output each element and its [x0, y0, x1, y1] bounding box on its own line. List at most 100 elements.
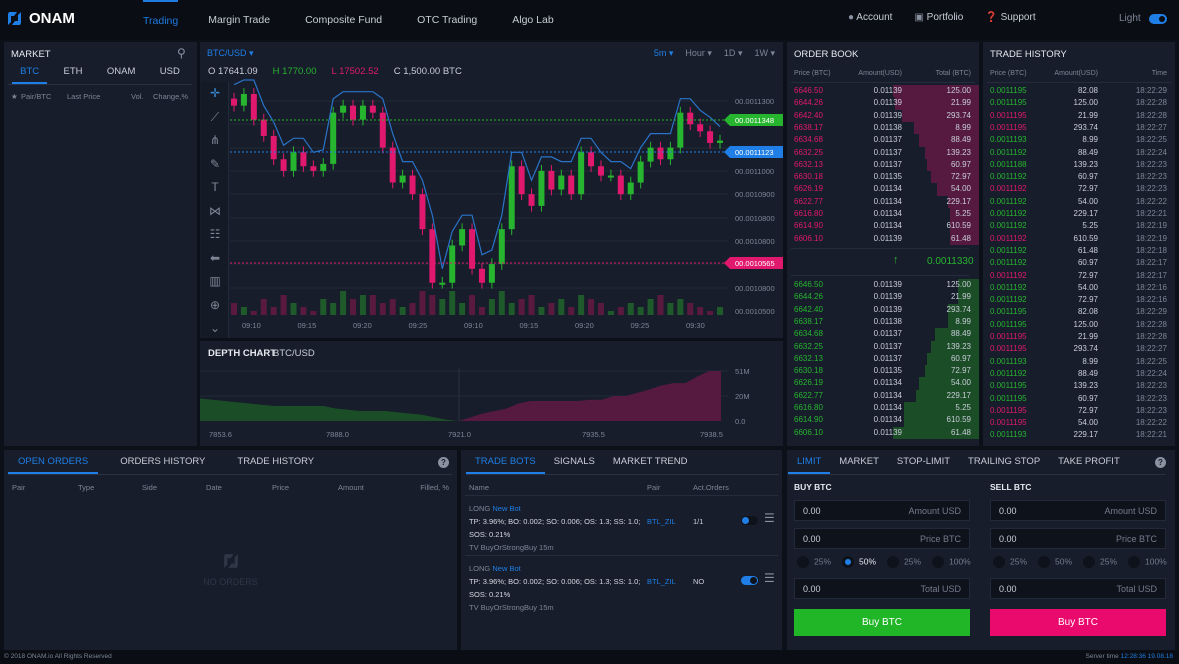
bot-toggle[interactable] — [741, 576, 758, 585]
ask-row[interactable]: 6644.26 0.01139 21.99 — [787, 97, 979, 110]
orders-column-header[interactable]: Date — [206, 483, 222, 492]
candle — [647, 147, 654, 162]
buy-percent-50%[interactable]: 50% — [842, 556, 876, 568]
bot-name[interactable]: New Bot — [492, 564, 520, 573]
tab-stop-limit[interactable]: STOP-LIMIT — [888, 456, 959, 474]
chevron-down-icon[interactable]: ⌄ — [201, 321, 229, 335]
ask-row[interactable]: 6614.90 0.01134 610.59 — [787, 220, 979, 233]
bid-row[interactable]: 6614.90 0.01134 610.59 — [787, 414, 979, 427]
ask-row[interactable]: 6632.13 0.01137 60.97 — [787, 158, 979, 172]
buy-button[interactable]: Buy BTC — [794, 609, 970, 636]
menu-icon[interactable]: ☰ — [764, 571, 775, 585]
sell-amount-input[interactable]: 0.00 Amount USD — [990, 500, 1166, 521]
orders-column-header[interactable]: Pair — [12, 483, 25, 492]
buy-total-input[interactable]: 0.00 Total USD — [794, 578, 970, 599]
orders-column-header[interactable]: Type — [78, 483, 94, 492]
ask-row[interactable]: 6606.10 0.01139 61.48 — [787, 232, 979, 245]
trade-time: 18:22:29 — [1135, 307, 1167, 317]
tab-take-profit[interactable]: TAKE PROFIT — [1049, 456, 1129, 474]
bid-row[interactable]: 6606.10 0.01139 61.48 — [787, 426, 979, 439]
tab-market-trend[interactable]: MARKET TREND — [604, 456, 697, 474]
ask-row[interactable]: 6634.68 0.01137 88.49 — [787, 134, 979, 147]
candle — [538, 170, 545, 206]
sell-percent-25%[interactable]: 25% — [993, 556, 1027, 568]
bid-row[interactable]: 6622.77 0.01134 229.17 — [787, 389, 979, 403]
orders-column-header[interactable]: Filled, % — [420, 483, 449, 492]
measure-icon[interactable]: ☷ — [201, 227, 229, 241]
radio-icon — [887, 556, 899, 568]
buy-price-input[interactable]: 0.00 Price BTC — [794, 528, 970, 549]
sell-price-input[interactable]: 0.00 Price BTC — [990, 528, 1166, 549]
bid-row[interactable]: 6632.13 0.01137 60.97 — [787, 352, 979, 366]
bot-item[interactable]: LONG New Bot TP: 3.96%; BO: 0.002; SO: 0.… — [465, 555, 778, 615]
text-icon[interactable]: T — [201, 180, 229, 194]
trade-price: 0.0011195 — [990, 332, 1027, 341]
bid-row[interactable]: 6616.80 0.01134 5.25 — [787, 402, 979, 415]
tab-trade-history[interactable]: TRADE HISTORY — [227, 456, 324, 474]
back-arrow-icon[interactable]: ⬅ — [201, 251, 229, 265]
sell-percent-50%[interactable]: 50% — [1038, 556, 1072, 568]
sell-button[interactable]: Buy BTC — [990, 609, 1166, 636]
bid-row[interactable]: 6626.19 0.01134 54.00 — [787, 377, 979, 390]
bot-toggle[interactable] — [741, 516, 758, 525]
zoom-in-icon[interactable]: ⊕ — [201, 298, 229, 312]
price: 6646.50 — [794, 280, 823, 289]
sell-percent-100%[interactable]: 100% — [1128, 556, 1167, 568]
menu-icon[interactable]: ☰ — [764, 511, 775, 525]
trade-time: 18:22:23 — [1135, 159, 1167, 169]
sell-percent-25%[interactable]: 25% — [1083, 556, 1117, 568]
orders-column-header[interactable]: Side — [142, 483, 157, 492]
ask-row[interactable]: 6626.19 0.01134 54.00 — [787, 183, 979, 196]
price: 6626.19 — [794, 184, 823, 194]
help-icon[interactable]: ? — [438, 457, 449, 468]
trade-row: 0.0011192 61.48 18:22:18 — [983, 245, 1175, 257]
bid-row[interactable]: 6630.18 0.01135 72.97 — [787, 365, 979, 378]
buy-percent-100%[interactable]: 100% — [932, 556, 971, 568]
bot-item[interactable]: LONG New Bot TP: 3.96%; BO: 0.002; SO: 0.… — [465, 495, 778, 555]
pattern-icon[interactable]: ⋈ — [201, 204, 229, 218]
ask-row[interactable]: 6646.50 0.01139 125.00 — [787, 85, 979, 98]
tab-limit[interactable]: LIMIT — [788, 456, 831, 474]
bot-pair[interactable]: BTL_ZIL — [647, 517, 676, 526]
tab-trailing-stop[interactable]: TRAILING STOP — [959, 456, 1049, 474]
bid-row[interactable]: 6642.40 0.01139 293.74 — [787, 303, 979, 316]
trade-row: 0.0011195 125.00 18:22:28 — [983, 319, 1175, 331]
moving-average-line — [233, 79, 721, 269]
candle — [389, 147, 396, 183]
buy-amount-input[interactable]: 0.00 Amount USD — [794, 500, 970, 521]
amount: 0.01139 — [873, 98, 902, 108]
ask-row[interactable]: 6622.77 0.01134 229.17 — [787, 195, 979, 209]
bot-pair[interactable]: BTL_ZIL — [647, 577, 676, 586]
price: 6622.77 — [794, 390, 823, 400]
tab-orders-history[interactable]: ORDERS HISTORY — [110, 456, 215, 474]
ask-row[interactable]: 6642.40 0.01139 293.74 — [787, 109, 979, 122]
trend-line-icon[interactable]: ⟋ — [201, 110, 229, 125]
orders-column-header[interactable]: Amount — [338, 483, 364, 492]
sell-total-input[interactable]: 0.00 Total USD — [990, 578, 1166, 599]
trade-amount: 72.97 — [1077, 270, 1098, 280]
tab-trade-bots[interactable]: TRADE BOTS — [466, 456, 545, 474]
tab-signals[interactable]: SIGNALS — [545, 456, 604, 474]
ask-row[interactable]: 6616.80 0.01134 5.25 — [787, 208, 979, 221]
bid-row[interactable]: 6634.68 0.01137 88.49 — [787, 328, 979, 341]
brush-icon[interactable]: ✎ — [201, 157, 229, 171]
bid-row[interactable]: 6644.26 0.01139 21.99 — [787, 291, 979, 304]
orders-column-header[interactable]: Price — [272, 483, 289, 492]
ask-row[interactable]: 6638.17 0.01138 8.99 — [787, 121, 979, 135]
buy-percent-25%[interactable]: 25% — [797, 556, 831, 568]
bot-name[interactable]: New Bot — [492, 504, 520, 513]
trade-amount: 82.08 — [1077, 307, 1098, 317]
ask-row[interactable]: 6632.25 0.01137 139.23 — [787, 146, 979, 159]
fork-icon[interactable]: ⋔ — [201, 133, 229, 147]
ask-row[interactable]: 6630.18 0.01135 72.97 — [787, 171, 979, 184]
total: 125.00 — [946, 86, 971, 95]
buy-percent-25%[interactable]: 25% — [887, 556, 921, 568]
help-icon[interactable]: ? — [1155, 457, 1166, 468]
crosshair-icon[interactable]: ✛ — [201, 86, 229, 100]
tab-open-orders[interactable]: OPEN ORDERS — [8, 456, 99, 474]
indicators-icon[interactable]: ▥ — [201, 274, 229, 288]
bid-row[interactable]: 6638.17 0.01138 8.99 — [787, 315, 979, 329]
tab-market[interactable]: MARKET — [830, 456, 888, 474]
bid-row[interactable]: 6646.50 0.01139 125.00 — [787, 279, 979, 292]
bid-row[interactable]: 6632.25 0.01137 139.23 — [787, 340, 979, 353]
